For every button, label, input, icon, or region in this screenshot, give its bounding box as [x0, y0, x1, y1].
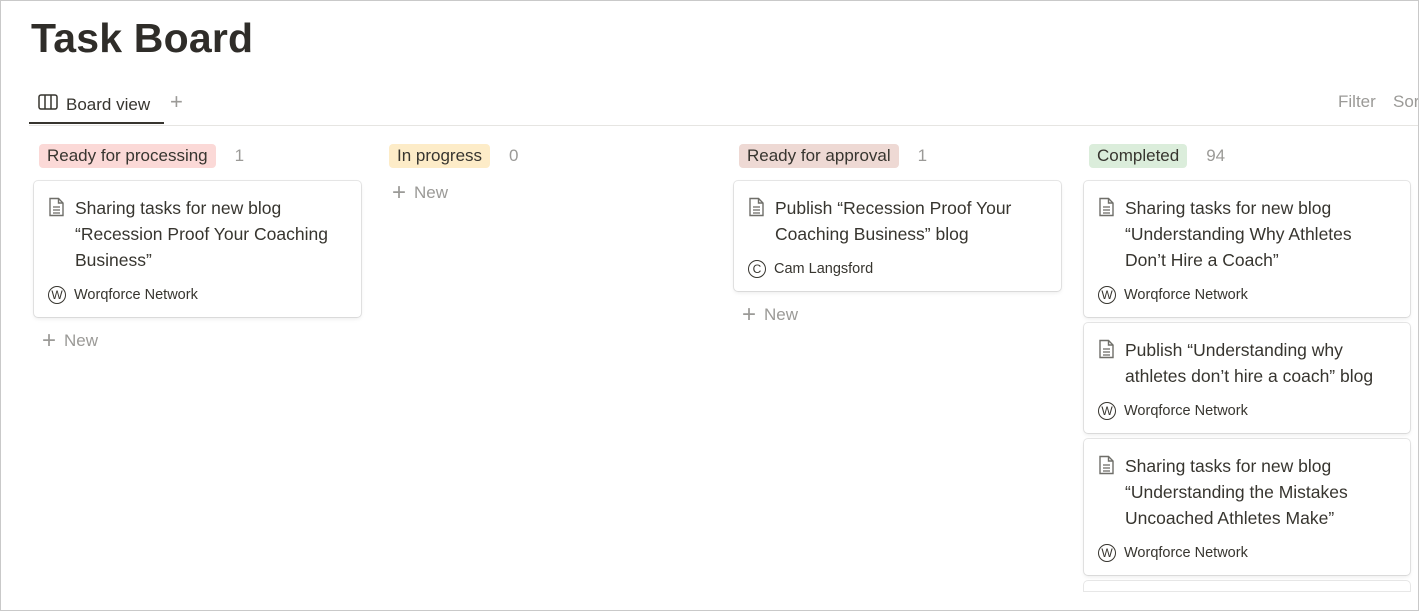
page-icon [48, 197, 65, 222]
tab-board-view-label: Board view [66, 94, 151, 114]
page-icon [748, 197, 765, 222]
status-badge: In progress [389, 144, 491, 168]
page-icon [1098, 197, 1115, 222]
plus-icon: + [742, 301, 757, 328]
card-title: Sharing tasks for new blog “Recession Pr… [75, 198, 328, 270]
page-icon [1098, 455, 1115, 480]
add-card-button[interactable]: + New [734, 301, 1062, 328]
add-card-label: New [414, 183, 449, 202]
card-property: Worqforce Network [74, 287, 198, 303]
page-title: Task Board [31, 15, 254, 61]
board-column-ready-for-approval: Ready for approval 1 Publish “Recession … [734, 141, 1062, 328]
tab-board-view[interactable]: Board view [29, 87, 164, 124]
person-avatar-icon: C [748, 260, 766, 278]
board-card[interactable]: Sharing tasks for new blog “Recession Pr… [34, 181, 361, 317]
status-badge: Completed [1089, 144, 1188, 168]
plus-icon: + [42, 327, 57, 354]
board-card-partial[interactable] [1084, 581, 1410, 591]
person-avatar-icon: W [1098, 402, 1116, 420]
board-card[interactable]: Sharing tasks for new blog “Understandin… [1084, 181, 1410, 317]
column-count: 1 [234, 146, 245, 165]
view-tab-bar: Board view + Filter Sor [29, 87, 1418, 126]
card-title: Sharing tasks for new blog “Understandin… [1125, 198, 1352, 270]
board-card[interactable]: Sharing tasks for new blog “Understandin… [1084, 439, 1410, 575]
plus-icon: + [392, 179, 407, 206]
board-columns-icon [38, 94, 58, 115]
card-property: Cam Langsford [774, 261, 874, 277]
card-title: Publish “Recession Proof Your Coaching B… [775, 198, 1012, 244]
column-header[interactable]: Ready for processing 1 [34, 141, 362, 171]
card-title: Publish “Understanding why athletes don’… [1125, 340, 1374, 386]
card-title: Sharing tasks for new blog “Understandin… [1125, 456, 1348, 528]
card-property: Worqforce Network [1124, 403, 1248, 419]
board-card[interactable]: Publish “Recession Proof Your Coaching B… [734, 181, 1061, 291]
column-count: 94 [1206, 146, 1226, 165]
board-card[interactable]: Publish “Understanding why athletes don’… [1084, 323, 1410, 433]
person-avatar-icon: W [1098, 286, 1116, 304]
status-badge: Ready for processing [39, 144, 216, 168]
add-card-button[interactable]: + New [34, 327, 362, 354]
app-window: Task Board Board view + Filter Sor Ready… [0, 0, 1419, 611]
person-avatar-icon: W [1098, 544, 1116, 562]
column-count: 0 [509, 146, 519, 165]
sort-button[interactable]: Sor [1393, 92, 1418, 112]
card-property: Worqforce Network [1124, 287, 1248, 303]
column-header[interactable]: Ready for approval 1 [734, 141, 1062, 171]
page-icon [1098, 339, 1115, 364]
column-header[interactable]: In progress 0 [384, 141, 712, 171]
add-view-icon[interactable]: + [170, 90, 183, 114]
add-card-label: New [764, 305, 799, 324]
column-count: 1 [917, 146, 928, 165]
add-card-label: New [64, 331, 99, 350]
person-avatar-icon: W [48, 286, 66, 304]
add-card-button[interactable]: + New [384, 179, 712, 206]
board-column-ready-for-processing: Ready for processing 1 Sharing tasks for… [34, 141, 362, 354]
board-column-completed: Completed 94 Sharing tasks for new blog … [1084, 141, 1412, 591]
filter-button[interactable]: Filter [1338, 92, 1376, 112]
column-header[interactable]: Completed 94 [1084, 141, 1412, 171]
board-column-in-progress: In progress 0 + New [384, 141, 712, 206]
status-badge: Ready for approval [739, 144, 899, 168]
card-property: Worqforce Network [1124, 545, 1248, 561]
